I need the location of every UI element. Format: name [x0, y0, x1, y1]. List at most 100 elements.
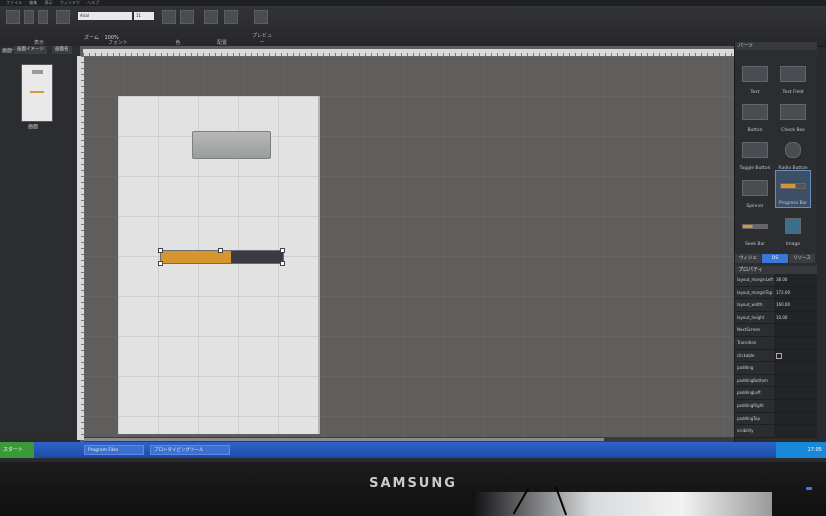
property-value[interactable]: [774, 324, 817, 336]
screen-thumbnail[interactable]: [21, 64, 53, 122]
property-value[interactable]: 38.00: [774, 274, 817, 286]
preview-icon[interactable]: [254, 10, 268, 24]
property-row[interactable]: padding: [735, 362, 817, 375]
property-row[interactable]: layout_height 10.00: [735, 311, 817, 325]
part-seek-bar[interactable]: Seek Bar: [737, 212, 773, 248]
part-label: Image: [785, 242, 801, 247]
align-left-icon[interactable]: [204, 10, 218, 24]
horizontal-ruler: [83, 49, 734, 56]
property-key: clickable: [737, 352, 755, 358]
property-row[interactable]: paddingBottom: [735, 374, 817, 388]
property-key: paddingTop: [737, 415, 761, 421]
part-label: Seek Bar: [744, 242, 766, 247]
radio-icon: [785, 142, 801, 158]
part-text-field[interactable]: Text Field: [775, 60, 811, 96]
property-key: padding: [737, 365, 754, 371]
vertical-ruler: [77, 56, 84, 440]
power-led: [806, 487, 812, 490]
property-value[interactable]: 10.00: [774, 311, 817, 324]
ribbon-group-label: 配置: [216, 40, 227, 46]
widget-button[interactable]: [192, 131, 271, 159]
property-value[interactable]: [774, 399, 817, 412]
property-key: paddingLeft: [737, 390, 761, 396]
property-key: layout_marginLeft: [737, 277, 774, 282]
resize-handle[interactable]: [158, 248, 163, 253]
tab-screen-name[interactable]: 画面名: [52, 46, 72, 54]
ribbon-group-label: 色: [175, 40, 181, 46]
font-name-select[interactable]: Arial: [78, 12, 132, 20]
resize-handle[interactable]: [158, 261, 163, 266]
button-widget-icon: [742, 104, 768, 120]
resize-handle[interactable]: [280, 248, 285, 253]
parts-panel: パーツ Text Text Field Button Check Box Tog…: [734, 42, 817, 442]
property-row[interactable]: paddingRight: [735, 399, 817, 413]
part-label: Button: [747, 128, 763, 133]
property-value[interactable]: [774, 362, 817, 374]
property-value[interactable]: 172.00: [774, 286, 817, 299]
pointer-icon[interactable]: [24, 10, 34, 24]
taskbar-item-prototyping-tool[interactable]: プロトタイピングツール: [150, 445, 230, 455]
property-value[interactable]: [774, 336, 817, 349]
zoom-value: 100%: [104, 35, 119, 41]
tab-resources[interactable]: リソース: [789, 254, 815, 263]
fill-color-icon[interactable]: [180, 10, 194, 24]
ribbon-group-align: 配置: [202, 8, 242, 46]
property-row[interactable]: NextScreen: [735, 324, 817, 337]
start-button[interactable]: スタート: [0, 442, 34, 458]
thumbnail-progress: [30, 91, 44, 93]
part-toggle-button[interactable]: Toggle Button: [737, 136, 773, 172]
checkbox-icon: [780, 104, 806, 120]
property-key: paddingBottom: [737, 377, 768, 383]
property-key: Transition: [737, 339, 757, 345]
taskbar-item-program-files[interactable]: Program Files: [84, 445, 144, 455]
zoom-control[interactable]: ズーム 100%: [84, 34, 119, 41]
scrollbar-thumb[interactable]: [84, 438, 604, 441]
resize-handle[interactable]: [280, 261, 285, 266]
grid-view-icon[interactable]: [6, 10, 20, 24]
zoom-icon[interactable]: [38, 10, 48, 24]
property-row[interactable]: paddingTop: [735, 412, 817, 426]
frame-icon[interactable]: [56, 10, 70, 24]
property-row[interactable]: visibility: [735, 425, 817, 438]
text-widget-icon: [742, 66, 768, 82]
tab-os[interactable]: OS: [762, 254, 788, 263]
part-label: Toggle Button: [739, 166, 771, 171]
tab-screen-image[interactable]: 画面イメージ: [14, 46, 47, 54]
property-key: layout_height: [737, 314, 765, 320]
property-row[interactable]: Transition: [735, 336, 817, 350]
text-color-icon[interactable]: [162, 10, 176, 24]
part-progress-bar[interactable]: Progress Bar: [775, 170, 811, 208]
part-radio-button[interactable]: Radio Button: [775, 136, 811, 172]
taskbar: スタート Program Files プロトタイピングツール 17:05: [0, 442, 826, 458]
property-value[interactable]: [774, 412, 817, 425]
property-value[interactable]: [774, 425, 817, 437]
property-value[interactable]: [774, 374, 817, 387]
part-spinner[interactable]: Spinner: [737, 174, 773, 210]
resize-handle[interactable]: [218, 248, 223, 253]
part-image[interactable]: Image: [775, 212, 811, 248]
toggle-icon: [742, 142, 768, 158]
property-row[interactable]: layout_marginLeft 38.00: [735, 274, 817, 287]
property-value[interactable]: [774, 387, 817, 399]
part-text[interactable]: Text: [737, 60, 773, 96]
font-size-select[interactable]: 11: [134, 12, 154, 20]
property-row[interactable]: clickable: [735, 349, 817, 363]
property-value[interactable]: [774, 349, 817, 362]
ribbon-group-preview: プレビュー: [250, 8, 274, 46]
part-button[interactable]: Button: [737, 98, 773, 134]
clickable-checkbox[interactable]: [776, 352, 782, 359]
align-grid-icon[interactable]: [224, 10, 238, 24]
progress-bar-icon: [780, 183, 806, 189]
property-row[interactable]: layout_width 160.00: [735, 299, 817, 312]
property-key: paddingRight: [737, 402, 764, 408]
ribbon-toolbar: 表示 Arial 11 フォント 色 配置 プレビュー: [0, 6, 826, 47]
property-row[interactable]: paddingLeft: [735, 387, 817, 400]
thumbnail-label: 画面: [28, 124, 39, 130]
tab-widgets[interactable]: ウィジェ: [735, 254, 761, 263]
property-value[interactable]: 160.00: [774, 299, 817, 311]
part-check-box[interactable]: Check Box: [775, 98, 811, 134]
text-field-icon: [780, 66, 806, 82]
device-screen[interactable]: [118, 96, 320, 434]
zoom-label: ズーム: [84, 35, 99, 41]
property-row[interactable]: layout_marginTop 172.00: [735, 286, 817, 300]
